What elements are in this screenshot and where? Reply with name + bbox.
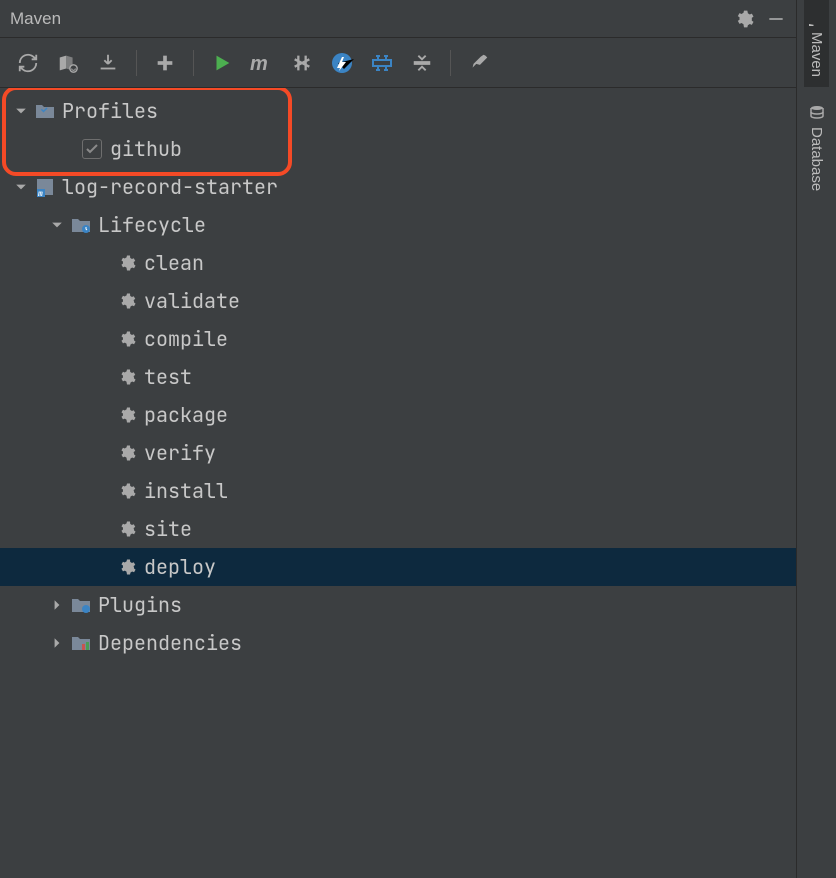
plugins-folder-icon — [70, 594, 92, 616]
profiles-node[interactable]: Profiles — [0, 92, 796, 130]
minimize-icon[interactable] — [766, 9, 786, 29]
maven-module-icon: m — [34, 176, 56, 198]
goal-label: test — [144, 364, 192, 390]
rail-tab-label: Maven — [808, 32, 825, 77]
dependencies-node[interactable]: Dependencies — [0, 624, 796, 662]
checkbox[interactable] — [82, 139, 102, 159]
skip-tests-button[interactable] — [324, 45, 360, 81]
toggle-offline-button[interactable] — [284, 45, 320, 81]
gear-icon[interactable] — [734, 9, 754, 29]
generate-sources-button[interactable] — [50, 45, 86, 81]
goal-test[interactable]: test — [0, 358, 796, 396]
lifecycle-node[interactable]: Lifecycle — [0, 206, 796, 244]
gear-icon — [116, 404, 138, 426]
panel-title: Maven — [10, 9, 61, 29]
reload-button[interactable] — [10, 45, 46, 81]
goal-label: package — [144, 402, 228, 428]
chevron-right-icon[interactable] — [48, 596, 66, 614]
svg-text:m: m — [38, 189, 43, 197]
chevron-right-icon[interactable] — [48, 634, 66, 652]
chevron-down-icon[interactable] — [12, 178, 30, 196]
collapse-all-button[interactable] — [404, 45, 440, 81]
rail-tab-maven[interactable]: m Maven — [804, 0, 829, 87]
right-rail: m Maven Database — [796, 0, 836, 878]
goal-validate[interactable]: validate — [0, 282, 796, 320]
goal-verify[interactable]: verify — [0, 434, 796, 472]
settings-button[interactable] — [461, 45, 497, 81]
svg-text:m: m — [809, 23, 819, 26]
gear-icon — [116, 442, 138, 464]
plugins-label: Plugins — [98, 592, 182, 618]
run-button[interactable] — [204, 45, 240, 81]
chevron-down-icon[interactable] — [48, 216, 66, 234]
gear-icon — [116, 556, 138, 578]
download-sources-button[interactable] — [90, 45, 126, 81]
goal-label: deploy — [144, 554, 216, 580]
goal-label: site — [144, 516, 192, 542]
gear-icon — [116, 480, 138, 502]
show-dependencies-button[interactable] — [364, 45, 400, 81]
profile-github[interactable]: github — [0, 130, 796, 168]
profile-label: github — [110, 136, 182, 162]
goal-clean[interactable]: clean — [0, 244, 796, 282]
gear-icon — [116, 328, 138, 350]
dependencies-folder-icon — [70, 632, 92, 654]
goal-deploy[interactable]: deploy — [0, 548, 796, 586]
rail-tab-label: Database — [808, 127, 825, 191]
goal-compile[interactable]: compile — [0, 320, 796, 358]
plugins-node[interactable]: Plugins — [0, 586, 796, 624]
goal-label: compile — [144, 326, 228, 352]
profiles-folder-icon — [34, 100, 56, 122]
maven-panel: Maven m — [0, 0, 796, 878]
execute-goal-button[interactable]: m — [244, 45, 280, 81]
goal-label: install — [144, 478, 228, 504]
chevron-down-icon[interactable] — [12, 102, 30, 120]
dependencies-label: Dependencies — [98, 630, 242, 656]
gear-icon — [116, 366, 138, 388]
goal-label: clean — [144, 250, 204, 276]
lifecycle-folder-icon — [70, 214, 92, 236]
lifecycle-label: Lifecycle — [98, 212, 206, 238]
goal-package[interactable]: package — [0, 396, 796, 434]
svg-text:m: m — [250, 53, 268, 74]
panel-header: Maven — [0, 0, 796, 38]
project-node[interactable]: m log-record-starter — [0, 168, 796, 206]
gear-icon — [116, 290, 138, 312]
goal-label: verify — [144, 440, 216, 466]
separator — [193, 50, 194, 76]
gear-icon — [116, 518, 138, 540]
separator — [136, 50, 137, 76]
goal-install[interactable]: install — [0, 472, 796, 510]
project-label: log-record-starter — [62, 174, 278, 200]
separator — [450, 50, 451, 76]
rail-tab-database[interactable]: Database — [804, 95, 829, 201]
header-actions — [734, 9, 786, 29]
toolbar: m — [0, 38, 796, 88]
maven-tree[interactable]: Profiles github m log-record-starter Lif… — [0, 88, 796, 878]
goal-label: validate — [144, 288, 240, 314]
gear-icon — [116, 252, 138, 274]
goal-site[interactable]: site — [0, 510, 796, 548]
profiles-label: Profiles — [62, 98, 158, 124]
add-project-button[interactable] — [147, 45, 183, 81]
